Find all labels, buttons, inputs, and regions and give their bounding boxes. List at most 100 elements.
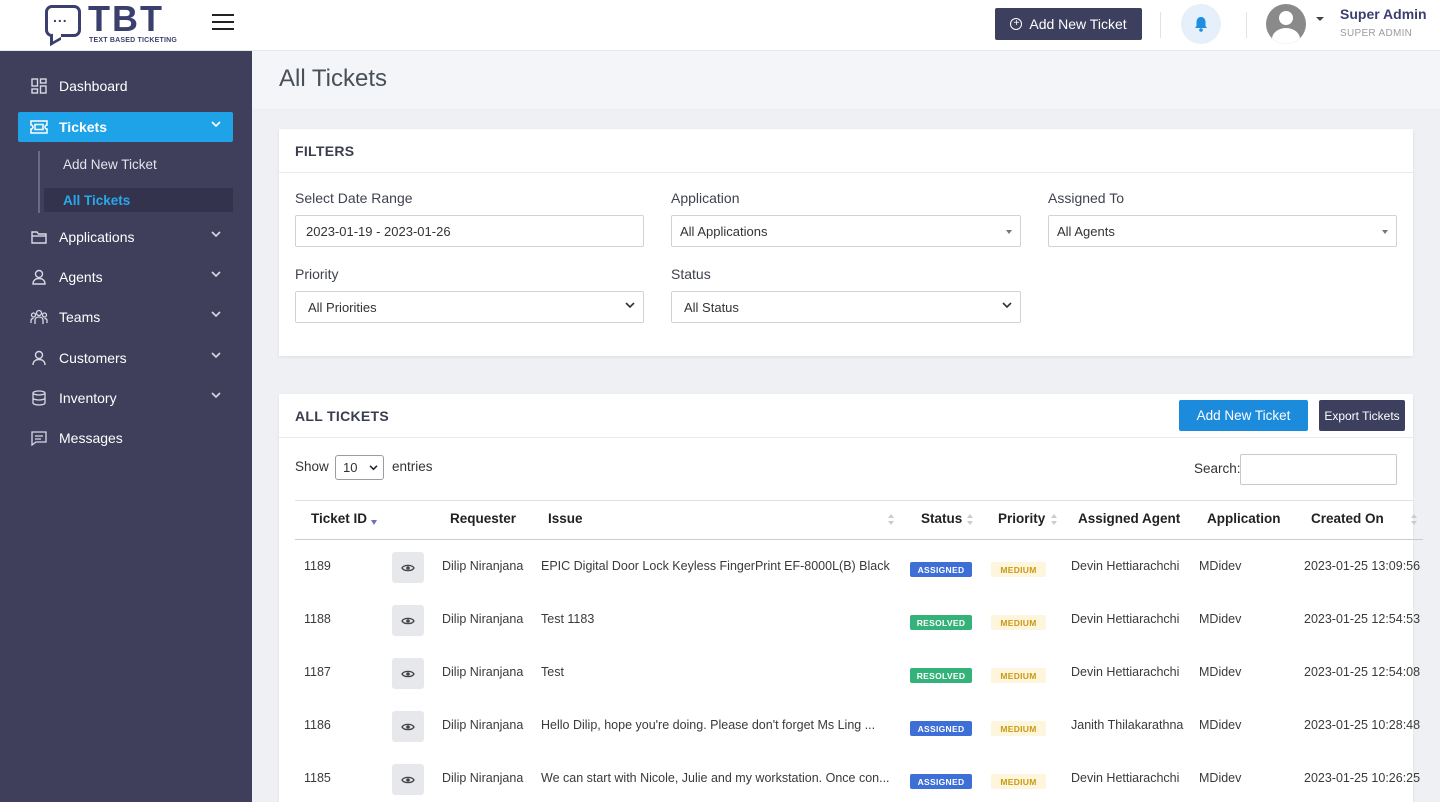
chevron-down-icon bbox=[211, 121, 221, 127]
chevron-down-icon bbox=[211, 231, 221, 237]
eye-icon bbox=[401, 723, 415, 730]
view-ticket-button[interactable] bbox=[392, 552, 424, 583]
tickets-title: ALL TICKETS bbox=[295, 408, 390, 424]
search-label: Search: bbox=[1194, 461, 1241, 476]
sort-desc-icon bbox=[371, 520, 377, 525]
database-icon bbox=[30, 389, 48, 407]
table-row: 1185 Dilip Niranjana We can start with N… bbox=[295, 753, 1423, 802]
table-row: 1188 Dilip Niranjana Test 1183 RESOLVED … bbox=[295, 594, 1423, 647]
sidebar-item-agents[interactable]: Agents bbox=[18, 262, 233, 292]
page-title: All Tickets bbox=[279, 65, 388, 92]
col-header-issue[interactable]: Issue bbox=[548, 511, 583, 526]
cell-ticket-id: 1185 bbox=[304, 771, 331, 785]
sidebar-item-label: Messages bbox=[59, 430, 123, 446]
sidebar-item-inventory[interactable]: Inventory bbox=[18, 383, 233, 413]
eye-icon bbox=[401, 617, 415, 624]
cell-requester: Dilip Niranjana bbox=[442, 718, 524, 732]
cell-assigned-agent: Devin Hettiarachchi bbox=[1071, 559, 1180, 573]
priority-badge: MEDIUM bbox=[991, 668, 1046, 683]
col-header-ticket-id[interactable]: Ticket ID bbox=[311, 511, 367, 526]
cell-application: MDidev bbox=[1199, 771, 1242, 785]
col-header-assigned-agent[interactable]: Assigned Agent bbox=[1078, 511, 1180, 526]
priority-badge: MEDIUM bbox=[991, 562, 1046, 577]
sidebar-item-tickets[interactable]: Tickets bbox=[18, 112, 233, 142]
chevron-down-icon bbox=[369, 465, 378, 471]
sidebar-item-messages[interactable]: Messages bbox=[18, 423, 233, 453]
application-select[interactable]: All Applications bbox=[671, 215, 1021, 247]
cell-issue: Hello Dilip, hope you're doing. Please d… bbox=[541, 718, 876, 732]
view-ticket-button[interactable] bbox=[392, 764, 424, 795]
sidebar: Dashboard Tickets Add New Ticket All Tic… bbox=[0, 51, 252, 802]
cell-issue: Test bbox=[541, 665, 564, 679]
cell-requester: Dilip Niranjana bbox=[442, 612, 524, 626]
sidebar-subitem-add-new-ticket[interactable]: Add New Ticket bbox=[44, 152, 233, 176]
cell-requester: Dilip Niranjana bbox=[442, 559, 524, 573]
sidebar-subitem-all-tickets[interactable]: All Tickets bbox=[44, 188, 233, 212]
sort-icon bbox=[888, 514, 894, 526]
status-badge: ASSIGNED bbox=[910, 721, 972, 736]
notifications-button[interactable] bbox=[1181, 4, 1221, 44]
user-name[interactable]: Super Admin bbox=[1340, 6, 1427, 22]
sidebar-item-label: Tickets bbox=[59, 119, 107, 135]
view-ticket-button[interactable] bbox=[392, 658, 424, 689]
status-badge: RESOLVED bbox=[910, 615, 972, 630]
caret-down-icon bbox=[1006, 230, 1012, 234]
sidebar-item-customers[interactable]: Customers bbox=[18, 343, 233, 373]
divider bbox=[1160, 12, 1161, 38]
cell-assigned-agent: Devin Hettiarachchi bbox=[1071, 771, 1180, 785]
sidebar-item-applications[interactable]: Applications bbox=[18, 222, 233, 252]
cell-assigned-agent: Janith Thilakarathna bbox=[1071, 718, 1184, 732]
col-header-priority[interactable]: Priority bbox=[998, 511, 1045, 526]
view-ticket-button[interactable] bbox=[392, 605, 424, 636]
cell-ticket-id: 1186 bbox=[304, 718, 331, 732]
export-tickets-button[interactable]: Export Tickets bbox=[1319, 400, 1405, 431]
assigned-to-label: Assigned To bbox=[1048, 190, 1125, 206]
date-range-input[interactable]: 2023-01-19 - 2023-01-26 bbox=[295, 215, 644, 247]
user-icon bbox=[30, 349, 48, 367]
folder-icon bbox=[30, 228, 48, 246]
chevron-down-icon bbox=[1002, 302, 1012, 309]
date-range-value: 2023-01-19 - 2023-01-26 bbox=[306, 223, 451, 239]
table-header-border bbox=[295, 539, 1423, 540]
menu-toggle-icon[interactable] bbox=[212, 14, 234, 30]
status-badge: ASSIGNED bbox=[910, 562, 972, 577]
ticket-icon bbox=[30, 118, 48, 136]
logo-tagline: TEXT BASED TICKETING bbox=[89, 37, 178, 44]
sidebar-item-teams[interactable]: Teams bbox=[18, 302, 233, 332]
page-header: All Tickets bbox=[252, 51, 1440, 110]
col-header-application[interactable]: Application bbox=[1207, 511, 1281, 526]
cell-application: MDidev bbox=[1199, 718, 1242, 732]
dashboard-icon bbox=[30, 77, 48, 95]
logo[interactable]: ... TBT TEXT BASED TICKETING bbox=[45, 0, 180, 45]
caret-down-icon bbox=[1382, 230, 1388, 234]
cell-application: MDidev bbox=[1199, 612, 1242, 626]
priority-badge: MEDIUM bbox=[991, 721, 1046, 736]
divider bbox=[1246, 12, 1247, 38]
sidebar-item-label: Dashboard bbox=[59, 78, 128, 94]
avatar[interactable] bbox=[1266, 4, 1306, 44]
table-row: 1186 Dilip Niranjana Hello Dilip, hope y… bbox=[295, 700, 1423, 753]
chevron-down-icon bbox=[211, 392, 221, 398]
priority-select[interactable]: All Priorities bbox=[295, 291, 644, 323]
col-header-created-on[interactable]: Created On bbox=[1311, 511, 1384, 526]
sidebar-item-dashboard[interactable]: Dashboard bbox=[18, 71, 233, 101]
view-ticket-button[interactable] bbox=[392, 711, 424, 742]
filters-title: FILTERS bbox=[295, 143, 355, 159]
date-range-label: Select Date Range bbox=[295, 190, 413, 206]
search-input[interactable] bbox=[1240, 454, 1397, 485]
assigned-to-value: All Agents bbox=[1057, 223, 1115, 239]
user-menu-caret-icon[interactable] bbox=[1316, 17, 1324, 21]
priority-value: All Priorities bbox=[308, 299, 377, 315]
add-new-ticket-button[interactable]: Add New Ticket bbox=[1179, 400, 1308, 431]
cell-ticket-id: 1189 bbox=[304, 559, 331, 573]
col-header-status[interactable]: Status bbox=[921, 511, 962, 526]
status-value: All Status bbox=[684, 299, 739, 315]
cell-requester: Dilip Niranjana bbox=[442, 771, 524, 785]
top-add-ticket-button[interactable]: + Add New Ticket bbox=[995, 8, 1142, 40]
entries-select[interactable]: 10 bbox=[335, 455, 384, 480]
col-header-requester[interactable]: Requester bbox=[450, 511, 516, 526]
assigned-to-select[interactable]: All Agents bbox=[1048, 215, 1397, 247]
status-select[interactable]: All Status bbox=[671, 291, 1021, 323]
sidebar-item-label: Customers bbox=[59, 350, 127, 366]
eye-icon bbox=[401, 670, 415, 677]
